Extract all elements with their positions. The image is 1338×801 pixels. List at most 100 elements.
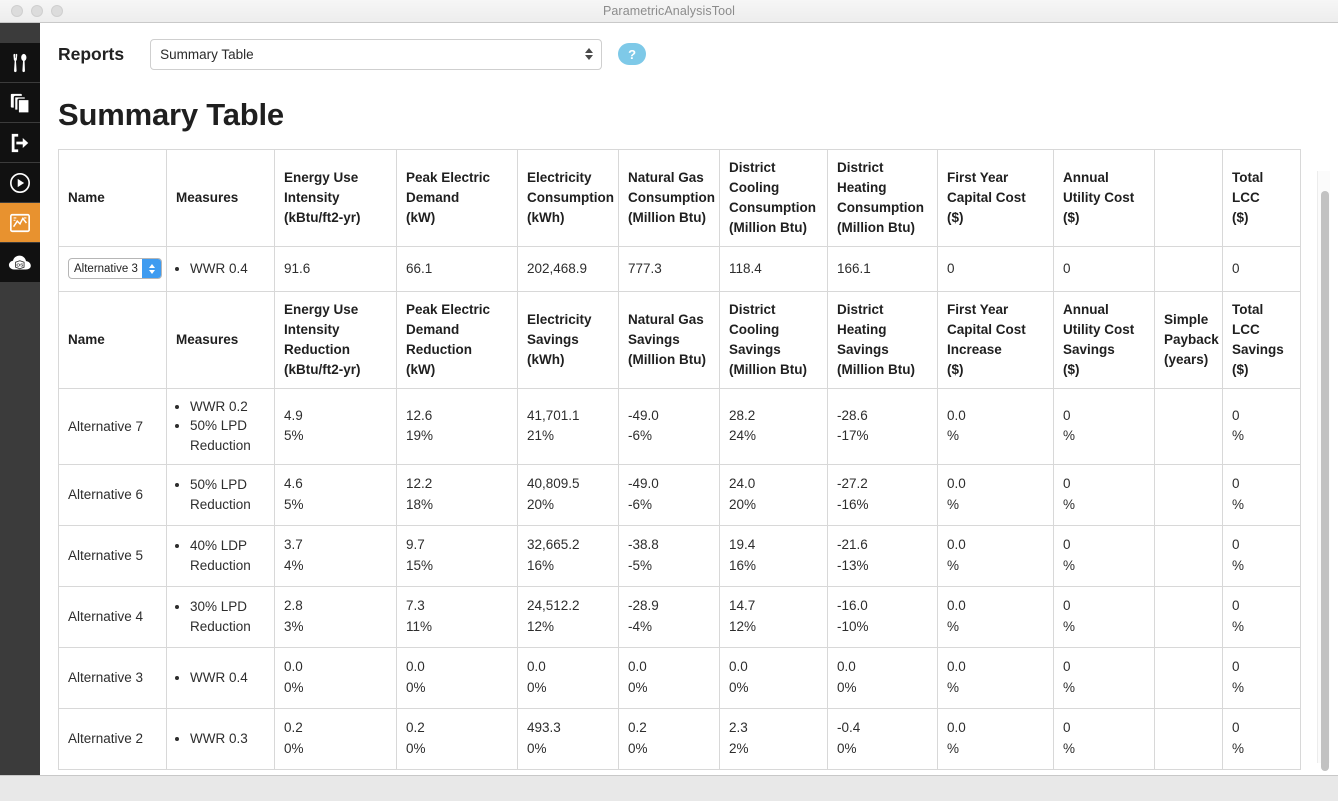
header-unit: ($) (947, 209, 964, 225)
cell-value: 0.0 (729, 659, 748, 675)
vertical-scrollbar[interactable] (1317, 171, 1330, 771)
cell-district-heating-savings: 0.0 0% (827, 646, 938, 709)
cell-percent: -5% (628, 557, 653, 573)
row-measures: 40% LDP Reduction (166, 524, 275, 587)
cell-value: 24,512.2 (527, 598, 580, 614)
cell-percent: 24% (729, 428, 757, 444)
cell-value: 14.7 (729, 598, 756, 614)
baseline-alternative-select-wrapper[interactable]: Alternative 3 (68, 258, 162, 280)
header-natural-gas-savings: Natural Gas Savings (Million Btu) (618, 290, 720, 389)
cell-percent: % (947, 428, 960, 444)
cell-total-lcc-savings: 0% (1222, 387, 1301, 465)
header-main: Energy Use Intensity (284, 169, 359, 205)
baseline-alternative-select[interactable]: Alternative 3 (68, 258, 162, 280)
cell-percent: % (947, 679, 960, 695)
cell-district-heating-savings: -28.6 -17% (827, 387, 938, 465)
header-total-lcc-savings: Total LCC Savings ($) (1222, 290, 1301, 389)
cell-simple-payback (1154, 585, 1223, 648)
cell-percent: 5% (284, 428, 304, 444)
baseline-row: Alternative 3 WWR 0.4 (58, 245, 1301, 292)
cell-percent: -17% (837, 428, 869, 444)
header-natural-gas-consumption: Natural Gas Consumption (Million Btu) (618, 149, 720, 247)
cell-percent: % (947, 740, 960, 756)
report-select-wrapper[interactable]: Summary Table (150, 38, 603, 70)
header-peak-electric-demand: Peak Electric Demand (kW) (396, 149, 518, 247)
cell-value: 0.2 (406, 720, 425, 736)
cell-percent: 0% (837, 679, 857, 695)
help-button[interactable]: ? (618, 43, 647, 65)
header-unit: (kBtu/ft2-yr) (284, 209, 361, 225)
header-main: First Year Capital Cost (947, 169, 1026, 205)
report-scroll-area[interactable]: Summary Table Name Measures Energy Use I… (40, 85, 1338, 775)
header-unit: ($) (1232, 361, 1249, 377)
cell-percent: -13% (837, 557, 869, 573)
table-row: Alternative 2WWR 0.30.20%0.20%493.30%0.2… (58, 707, 1301, 770)
cell-percent: 4% (284, 557, 304, 573)
sidebar-item-duplicate[interactable] (0, 83, 40, 123)
baseline-natural-gas-consumption: 777.3 (618, 245, 720, 292)
summary-table: Name Measures Energy Use Intensity (kBtu… (58, 149, 1301, 770)
export-icon (9, 132, 31, 154)
row-name: Alternative 5 (58, 524, 167, 587)
vertical-scrollbar-thumb[interactable] (1321, 191, 1329, 771)
sidebar-spacer (0, 283, 40, 775)
header-total-lcc: Total LCC ($) (1222, 149, 1301, 247)
page-title: Summary Table (58, 97, 284, 132)
baseline-name-cell[interactable]: Alternative 3 (58, 245, 167, 292)
header-peak-electric-demand-reduction: Peak Electric Demand Reduction (kW) (396, 290, 518, 389)
cell-annual-utility-cost-savings: 0% (1053, 646, 1155, 709)
measures-list: WWR 0.4 (190, 668, 265, 688)
cell-natural-gas-savings: -28.9 -4% (618, 585, 720, 648)
cell-total-lcc-savings: 0% (1222, 585, 1301, 648)
cell-annual-utility-cost-savings: 0% (1053, 463, 1155, 526)
header-unit: ($) (947, 361, 964, 377)
sidebar-item-cloud[interactable]: OS (0, 243, 40, 283)
cell-natural-gas-savings: 0.0 0% (618, 646, 720, 709)
sidebar-item-run[interactable] (0, 163, 40, 203)
main-content: Reports Summary Table ? Summary Table Na… (40, 23, 1338, 775)
left-sidebar: OS (0, 23, 40, 775)
cell-value: -27.2 (837, 476, 868, 492)
cloud-os-icon: OS (8, 252, 32, 274)
reports-label: Reports (58, 43, 125, 64)
cell-percent: 16% (729, 557, 757, 573)
cell-total-lcc-savings: 0% (1222, 463, 1301, 526)
header-main: District Heating Savings (837, 301, 889, 357)
cell-annual-utility-cost-savings: 0% (1053, 585, 1155, 648)
baseline-measures-cell: WWR 0.4 (166, 245, 275, 292)
savings-header-row: Name Measures Energy Use Intensity Reduc… (58, 290, 1301, 389)
sidebar-item-tools[interactable] (0, 43, 40, 83)
report-select[interactable]: Summary Table (150, 38, 603, 70)
cell-percent: 12% (527, 618, 555, 634)
sidebar-item-export[interactable] (0, 123, 40, 163)
header-measures: Measures (166, 149, 275, 247)
header-main: Annual Utility Cost Savings (1063, 301, 1135, 357)
row-measures: WWR 0.3 (166, 707, 275, 770)
cell-electricity-savings: 40,809.5 20% (517, 463, 619, 526)
reports-toolbar: Reports Summary Table ? (40, 23, 1338, 85)
header-main: Natural Gas Savings (628, 311, 704, 347)
cell-percent: % (1232, 679, 1245, 695)
status-bar (0, 775, 1338, 801)
sidebar-item-reports[interactable] (0, 203, 40, 243)
header-first-year-capital-cost-increase: First Year Capital Cost Increase ($) (937, 290, 1054, 389)
header-unit: ($) (1063, 209, 1080, 225)
cell-percent: 15% (406, 557, 434, 573)
header-unit: (Million Btu) (628, 209, 706, 225)
header-blank (1154, 149, 1223, 247)
cell-eui-reduction: 0.2 0% (274, 707, 397, 770)
header-main: Peak Electric Demand Reduction (406, 301, 491, 357)
cell-peak-electric-demand-reduction: 0.0 0% (396, 646, 518, 709)
cell-value: 0 (1063, 598, 1071, 614)
cell-district-cooling-savings: 14.7 12% (719, 585, 828, 648)
cell-district-cooling-savings: 24.0 20% (719, 463, 828, 526)
cell-value: 40,809.5 (527, 476, 580, 492)
cell-value: -38.8 (628, 537, 659, 553)
measure-item: 50% LPD Reduction (190, 475, 265, 514)
header-measures: Measures (166, 290, 275, 389)
header-main: Simple Payback (1164, 311, 1219, 347)
cell-value: 0.0 (947, 598, 966, 614)
row-measures: 50% LPD Reduction (166, 463, 275, 526)
cell-value: 0 (1232, 659, 1240, 675)
cell-first-year-capital-cost-increase: 0.0% (937, 585, 1054, 648)
